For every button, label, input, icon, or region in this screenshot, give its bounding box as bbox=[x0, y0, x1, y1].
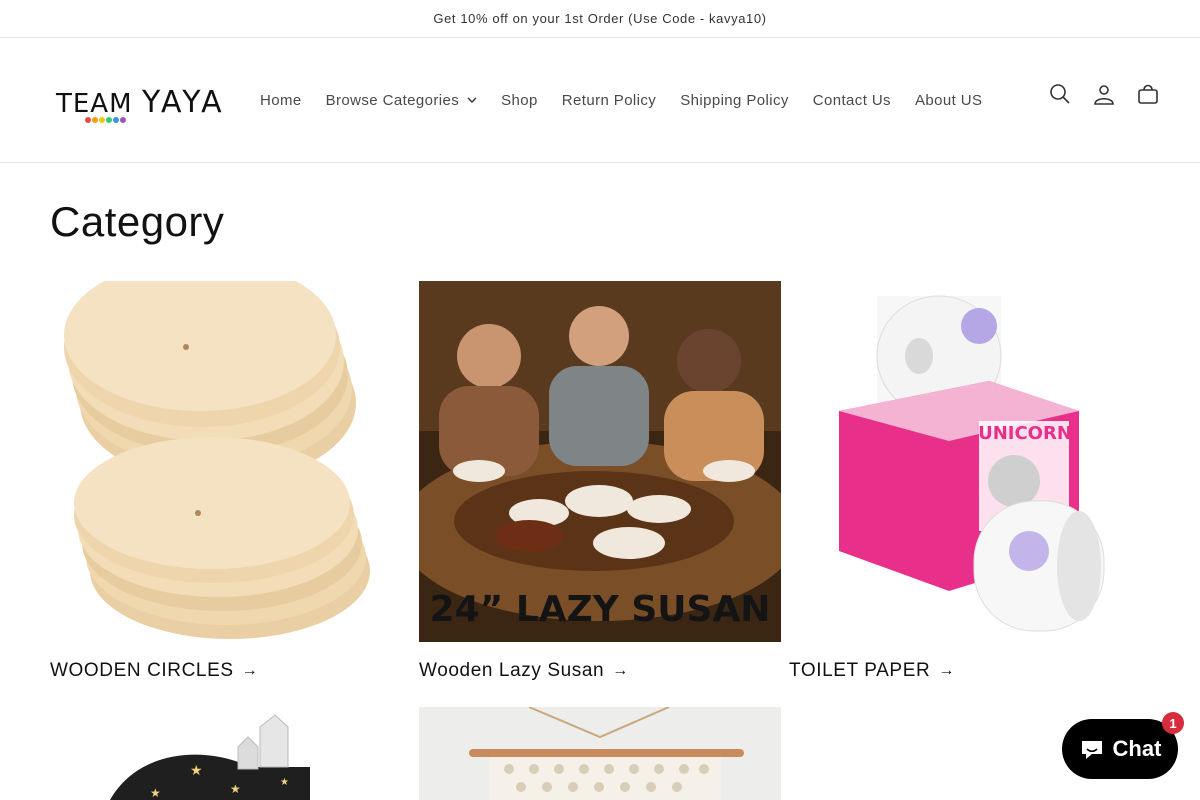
nav-return-policy[interactable]: Return Policy bbox=[550, 92, 668, 109]
wooden-circles-image[interactable] bbox=[50, 281, 412, 642]
category-card-crystal-display[interactable]: ★ ★ ★ ★ bbox=[50, 707, 412, 800]
category-card-toilet-paper[interactable]: UNICORN TOILET PAPER → bbox=[789, 281, 1151, 682]
nav-about-us[interactable]: About US bbox=[903, 92, 994, 109]
chat-button[interactable]: Chat bbox=[1062, 719, 1178, 779]
header-icons bbox=[1048, 82, 1160, 106]
team-yaya-logo[interactable]: TEAM YAYA bbox=[50, 64, 222, 136]
site-header: TEAM YAYA Home Browse Categories Shop Re… bbox=[0, 38, 1200, 163]
arrow-right-icon: → bbox=[241, 662, 259, 679]
macrame-wall-hanging-image[interactable] bbox=[419, 707, 781, 800]
lazy-susan-image-text: 24” LAZY SUSAN bbox=[430, 589, 771, 630]
chat-notification-badge: 1 bbox=[1162, 712, 1184, 734]
nav-contact-us[interactable]: Contact Us bbox=[801, 92, 903, 109]
main-nav: Home Browse Categories Shop Return Polic… bbox=[248, 38, 994, 162]
svg-text:TEAM: TEAM bbox=[55, 89, 133, 119]
svg-text:★: ★ bbox=[150, 786, 161, 800]
announcement-text: Get 10% off on your 1st Order (Use Code … bbox=[433, 11, 767, 26]
chat-bubble-icon bbox=[1081, 741, 1102, 759]
arrow-right-icon: → bbox=[612, 662, 629, 679]
category-card-wooden-circles[interactable]: WOODEN CIRCLES → bbox=[50, 281, 412, 682]
category-link-wooden-lazy-susan[interactable]: Wooden Lazy Susan → bbox=[419, 660, 781, 682]
chevron-down-icon bbox=[467, 97, 477, 103]
nav-shipping-policy[interactable]: Shipping Policy bbox=[668, 92, 801, 109]
category-card-lazy-susan[interactable]: 24” LAZY SUSAN Wooden Lazy Susan → bbox=[419, 281, 781, 682]
svg-text:★: ★ bbox=[230, 782, 241, 796]
cart-icon[interactable] bbox=[1136, 82, 1160, 106]
svg-text:★: ★ bbox=[190, 762, 203, 778]
announcement-bar: Get 10% off on your 1st Order (Use Code … bbox=[0, 0, 1200, 38]
toilet-paper-image-text: UNICORN bbox=[978, 423, 1072, 444]
category-link-wooden-circles[interactable]: WOODEN CIRCLES → bbox=[50, 660, 412, 682]
category-link-toilet-paper[interactable]: TOILET PAPER → bbox=[789, 660, 1151, 682]
page-title: Category bbox=[50, 198, 225, 245]
svg-text:YAYA: YAYA bbox=[141, 85, 222, 120]
search-icon[interactable] bbox=[1048, 82, 1072, 106]
arrow-right-icon: → bbox=[938, 662, 955, 679]
crystal-display-image[interactable]: ★ ★ ★ ★ bbox=[50, 707, 412, 800]
nav-home[interactable]: Home bbox=[248, 92, 314, 109]
lazy-susan-image[interactable]: 24” LAZY SUSAN bbox=[419, 281, 781, 642]
nav-browse-categories[interactable]: Browse Categories bbox=[314, 92, 490, 109]
nav-shop[interactable]: Shop bbox=[489, 92, 550, 109]
category-card-macrame[interactable] bbox=[419, 707, 781, 800]
chat-label: Chat bbox=[1112, 736, 1162, 761]
svg-text:★: ★ bbox=[280, 777, 289, 788]
account-icon[interactable] bbox=[1092, 82, 1116, 106]
unicorn-toilet-paper-image[interactable]: UNICORN bbox=[789, 281, 1151, 642]
